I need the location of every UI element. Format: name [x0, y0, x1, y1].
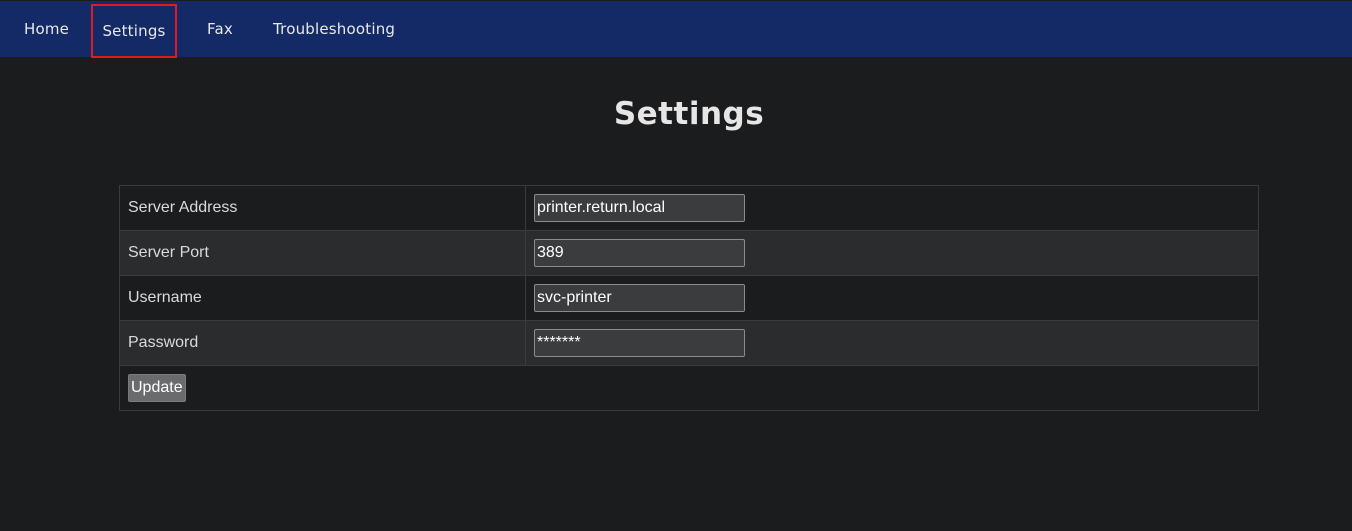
- table-row: Server Address: [119, 185, 1259, 231]
- top-navigation-bar: Home Settings Fax Troubleshooting: [0, 1, 1352, 58]
- table-row: Server Port: [119, 230, 1259, 276]
- username-label: Username: [119, 275, 526, 321]
- settings-form-table: Server Address Server Port Username Pass…: [119, 185, 1259, 411]
- update-button[interactable]: Update: [128, 374, 186, 402]
- nav-link-troubleshooting[interactable]: Troubleshooting: [273, 1, 395, 57]
- nav-link-fax[interactable]: Fax: [207, 1, 233, 57]
- server-address-input[interactable]: [534, 194, 745, 222]
- table-row: Username: [119, 275, 1259, 321]
- password-label: Password: [119, 320, 526, 366]
- server-address-label: Server Address: [119, 185, 526, 231]
- nav-link-settings[interactable]: Settings: [91, 4, 177, 58]
- username-input[interactable]: [534, 284, 745, 312]
- server-port-input[interactable]: [534, 239, 745, 267]
- nav-link-home[interactable]: Home: [24, 1, 69, 57]
- password-input[interactable]: [534, 329, 745, 357]
- table-row: Password: [119, 320, 1259, 366]
- page-title: Settings: [613, 96, 765, 132]
- table-row: Update: [119, 365, 1259, 411]
- server-port-label: Server Port: [119, 230, 526, 276]
